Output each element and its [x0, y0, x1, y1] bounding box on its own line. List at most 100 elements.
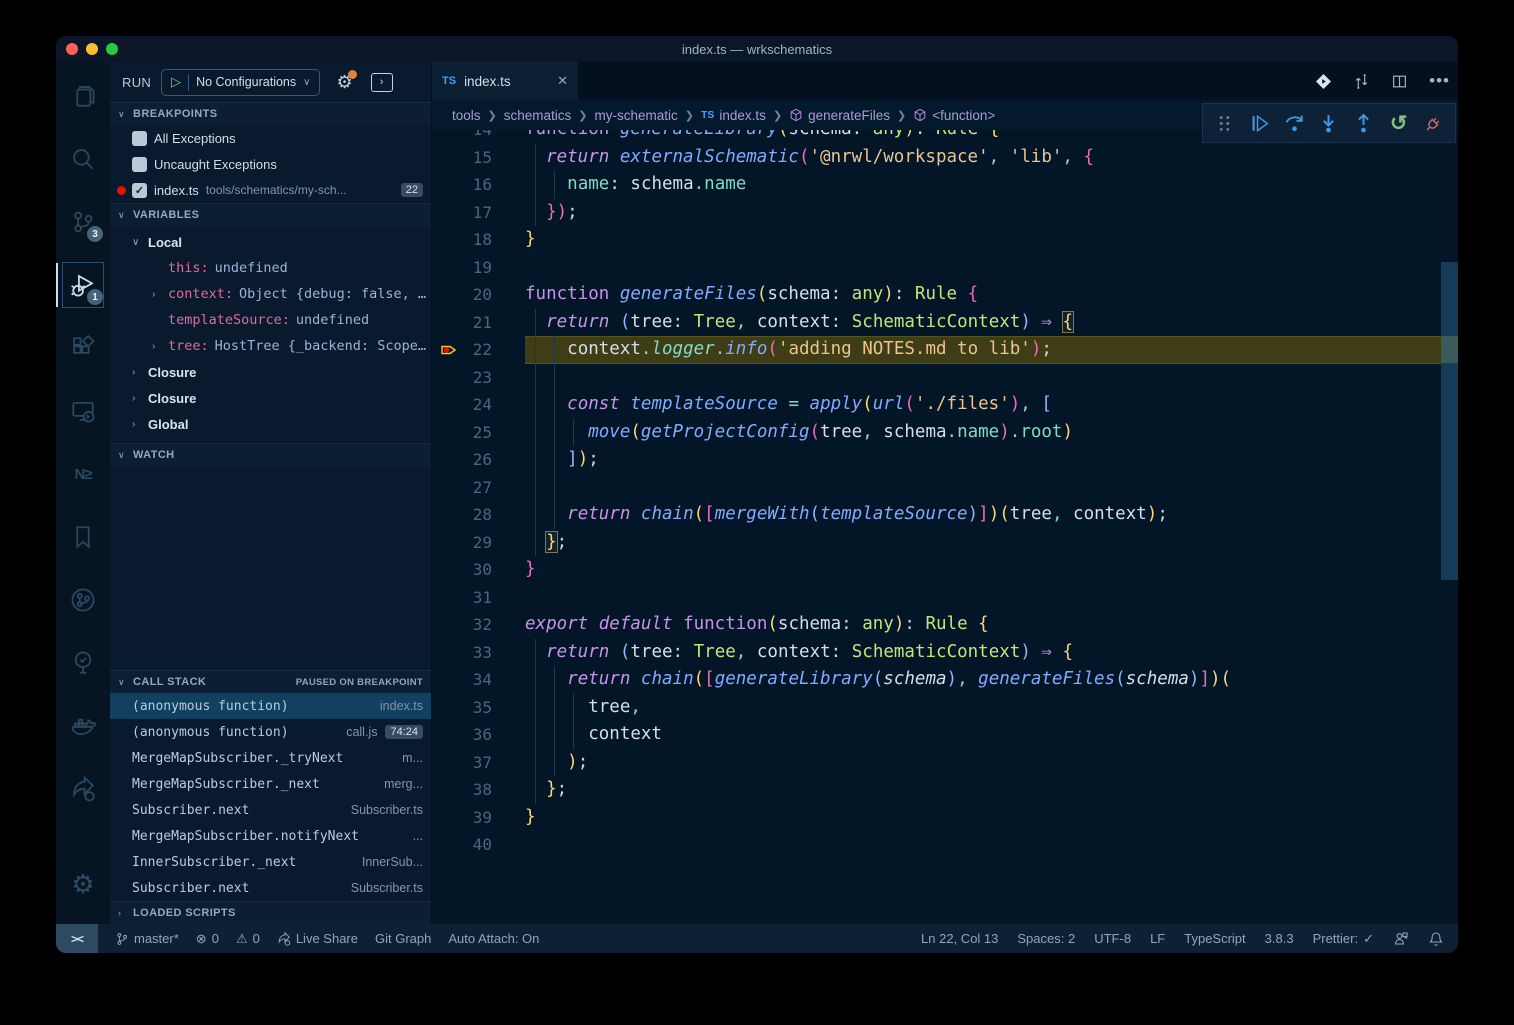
- code-line[interactable]: 25 move(getProjectConfig(tree, schema.na…: [432, 419, 1458, 447]
- status-item[interactable]: UTF-8: [1094, 931, 1131, 946]
- code-line[interactable]: 38 };: [432, 776, 1458, 804]
- line-number[interactable]: 21: [432, 309, 492, 337]
- code-line[interactable]: 21 return (tree: Tree, context: Schemati…: [432, 309, 1458, 337]
- code-line[interactable]: 40: [432, 831, 1458, 859]
- grip-icon[interactable]: [1211, 110, 1237, 136]
- line-number[interactable]: 26: [432, 446, 492, 474]
- activity-extensions-icon[interactable]: [56, 322, 110, 374]
- activity-git-graph-icon[interactable]: [56, 574, 110, 626]
- line-number[interactable]: 20: [432, 281, 492, 309]
- code-line[interactable]: 32export default function(schema: any): …: [432, 611, 1458, 639]
- play-icon[interactable]: ▷: [171, 74, 181, 90]
- call-stack-frame[interactable]: MergeMapSubscriber._nextmerg...: [110, 771, 431, 797]
- gutter[interactable]: 33: [432, 639, 525, 667]
- gutter[interactable]: 32: [432, 611, 525, 639]
- gutter[interactable]: 35: [432, 694, 525, 722]
- minimize-window-button[interactable]: [86, 43, 98, 55]
- call-stack-frame[interactable]: MergeMapSubscriber.notifyNext...: [110, 823, 431, 849]
- activity-source-control-icon[interactable]: 3: [56, 196, 110, 248]
- line-number[interactable]: 28: [432, 501, 492, 529]
- watch-header[interactable]: ∨ WATCH: [110, 443, 431, 466]
- variable-row[interactable]: ›context: Object {debug: false, en…: [110, 281, 431, 307]
- activity-bookmarks-icon[interactable]: [56, 511, 110, 563]
- gutter[interactable]: 15: [432, 144, 525, 172]
- code-area[interactable]: 14function generateLibrary(schema: any):…: [432, 130, 1458, 924]
- gutter[interactable]: 19: [432, 254, 525, 282]
- code-line[interactable]: 33 return (tree: Tree, context: Schemati…: [432, 639, 1458, 667]
- gear-icon[interactable]: ⚙: [336, 72, 352, 93]
- code-line[interactable]: 23: [432, 364, 1458, 392]
- remote-icon[interactable]: ><: [56, 924, 98, 953]
- feedback-icon[interactable]: [1393, 931, 1409, 947]
- git-branch-icon[interactable]: master*: [115, 931, 179, 946]
- debug-console-icon[interactable]: ›: [371, 73, 393, 92]
- line-number[interactable]: 37: [432, 749, 492, 777]
- variable-row[interactable]: ›tree: HostTree {_backend: ScopedH…: [110, 333, 431, 359]
- line-number[interactable]: 32: [432, 611, 492, 639]
- line-number[interactable]: 35: [432, 694, 492, 722]
- error-icon[interactable]: ⊗0: [196, 931, 219, 947]
- gutter[interactable]: 37: [432, 749, 525, 777]
- continue-icon[interactable]: [1246, 110, 1272, 136]
- line-number[interactable]: 15: [432, 144, 492, 172]
- loaded-scripts-header[interactable]: › LOADED SCRIPTS: [110, 901, 431, 924]
- line-number[interactable]: 33: [432, 639, 492, 667]
- gutter[interactable]: 40: [432, 831, 525, 859]
- code-line[interactable]: 19: [432, 254, 1458, 282]
- variables-header[interactable]: ∨ VARIABLES: [110, 203, 431, 226]
- code-line[interactable]: 37 );: [432, 749, 1458, 777]
- gutter[interactable]: 24: [432, 391, 525, 419]
- code-line[interactable]: 15 return externalSchematic('@nrwl/works…: [432, 144, 1458, 172]
- code-line[interactable]: 31: [432, 584, 1458, 612]
- compare-changes-icon[interactable]: [1353, 73, 1370, 90]
- bell-icon[interactable]: [1428, 931, 1444, 947]
- line-number[interactable]: 16: [432, 171, 492, 199]
- line-number[interactable]: 19: [432, 254, 492, 282]
- run-diamond-icon[interactable]: [1315, 73, 1332, 90]
- live-share-icon[interactable]: Live Share: [277, 931, 358, 946]
- activity-test-explorer-icon[interactable]: [56, 637, 110, 689]
- gutter[interactable]: 29: [432, 529, 525, 557]
- variables-scope-row[interactable]: ›Closure: [110, 359, 431, 385]
- line-number[interactable]: 18: [432, 226, 492, 254]
- breadcrumb-item[interactable]: TSindex.ts: [701, 108, 766, 123]
- status-item[interactable]: TypeScript: [1184, 931, 1245, 946]
- more-actions-icon[interactable]: •••: [1429, 71, 1450, 91]
- gutter[interactable]: 34: [432, 666, 525, 694]
- activity-live-share-icon[interactable]: [56, 763, 110, 815]
- status-item[interactable]: Git Graph: [375, 931, 431, 946]
- code-line[interactable]: 18}: [432, 226, 1458, 254]
- activity-search-icon[interactable]: [56, 133, 110, 185]
- code-line[interactable]: 28 return chain([mergeWith(templateSourc…: [432, 501, 1458, 529]
- close-window-button[interactable]: [66, 43, 78, 55]
- gutter[interactable]: 26: [432, 446, 525, 474]
- line-number[interactable]: 29: [432, 529, 492, 557]
- code-line[interactable]: 27: [432, 474, 1458, 502]
- breakpoint-row[interactable]: ✓index.tstools/schematics/my-sch...22: [110, 177, 431, 203]
- disconnect-icon[interactable]: [1420, 110, 1446, 136]
- breadcrumb-item[interactable]: generateFiles: [789, 108, 890, 123]
- gutter[interactable]: 31: [432, 584, 525, 612]
- checkbox[interactable]: [132, 131, 147, 146]
- line-number[interactable]: 14: [432, 130, 492, 144]
- status-item[interactable]: Spaces: 2: [1017, 931, 1075, 946]
- activity-explorer-icon[interactable]: [56, 70, 110, 122]
- variables-scope-row[interactable]: ∨Local: [110, 229, 431, 255]
- call-stack-frame[interactable]: Subscriber.nextSubscriber.ts: [110, 875, 431, 901]
- step-over-icon[interactable]: [1281, 110, 1307, 136]
- call-stack-frame[interactable]: (anonymous function)index.ts: [110, 693, 431, 719]
- checkbox[interactable]: ✓: [132, 183, 147, 198]
- restart-icon[interactable]: ↺: [1386, 110, 1412, 136]
- gutter[interactable]: 38: [432, 776, 525, 804]
- code-line[interactable]: 35 tree,: [432, 694, 1458, 722]
- status-item[interactable]: LF: [1150, 931, 1165, 946]
- settings-gear-icon[interactable]: ⚙: [56, 858, 110, 910]
- line-number[interactable]: 39: [432, 804, 492, 832]
- code-line[interactable]: 16 name: schema.name: [432, 171, 1458, 199]
- line-number[interactable]: 27: [432, 474, 492, 502]
- call-stack-frame[interactable]: MergeMapSubscriber._tryNextm...: [110, 745, 431, 771]
- activity-nx-console-icon[interactable]: N≥: [56, 448, 110, 500]
- activity-docker-icon[interactable]: [56, 700, 110, 752]
- call-stack-frame[interactable]: Subscriber.nextSubscriber.ts: [110, 797, 431, 823]
- breakpoint-row[interactable]: Uncaught Exceptions: [110, 151, 431, 177]
